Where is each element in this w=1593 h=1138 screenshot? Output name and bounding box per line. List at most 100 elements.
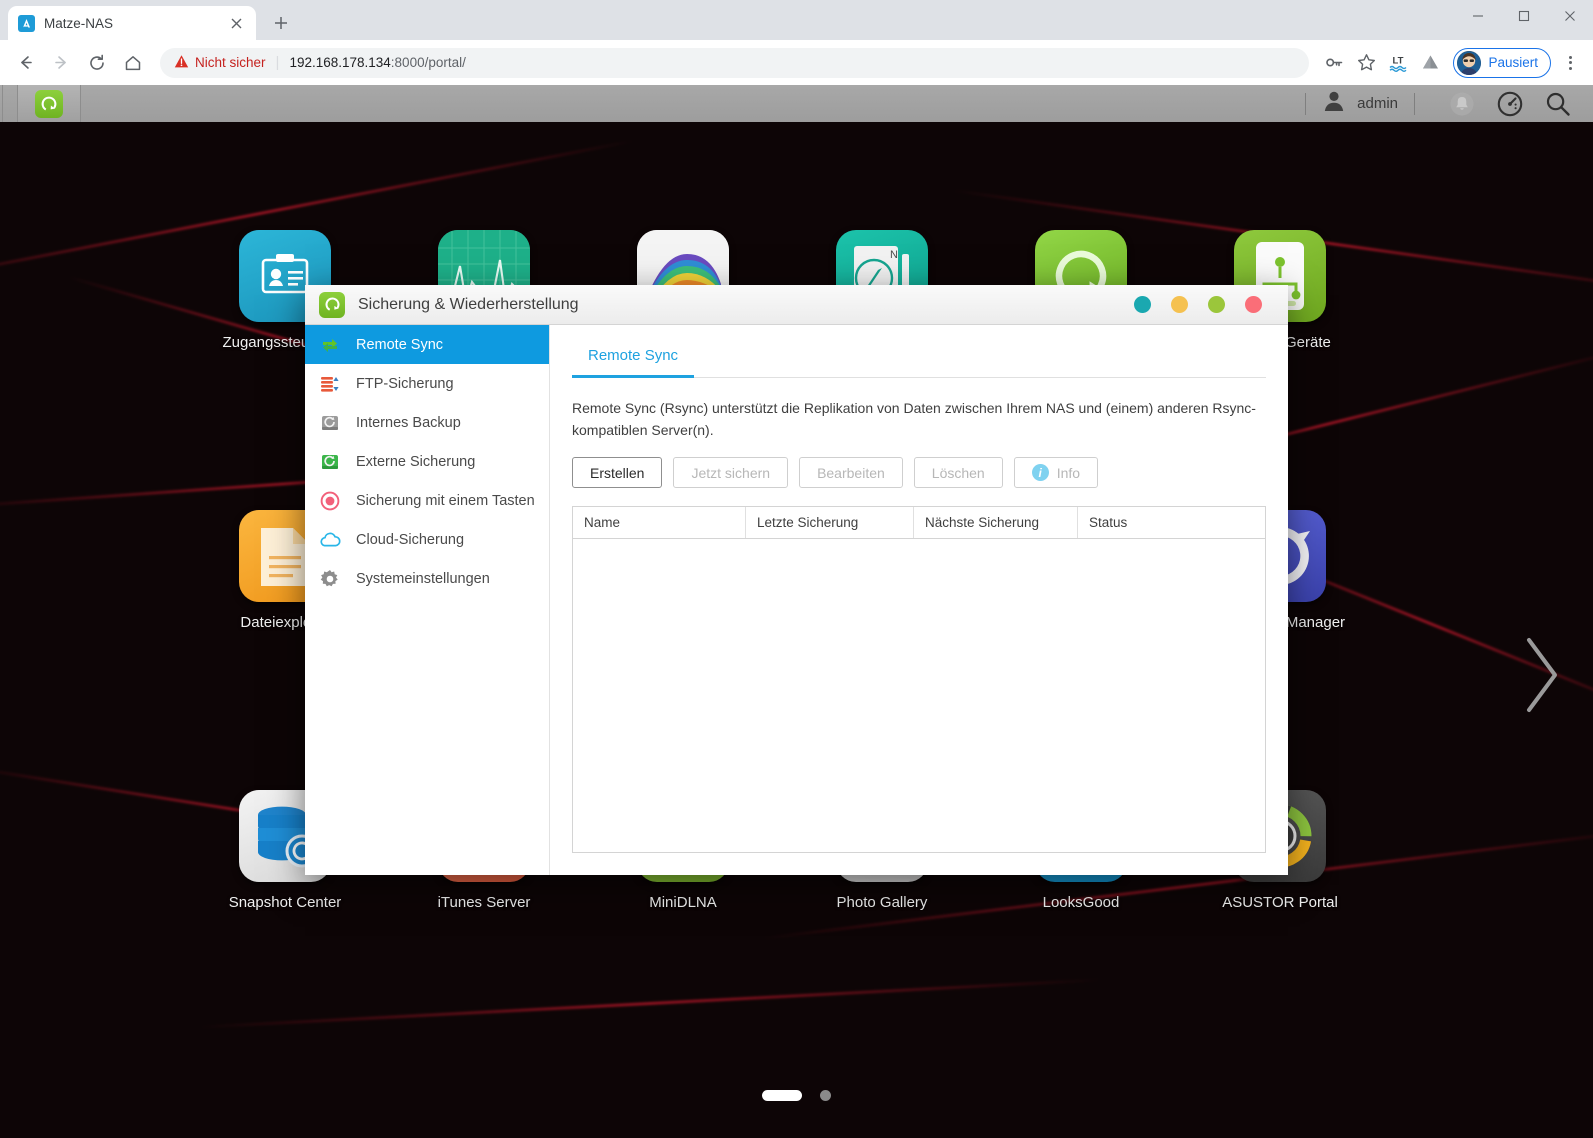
ftp-backup-icon	[319, 373, 341, 395]
one-touch-backup-icon	[319, 490, 341, 512]
system-monitor-gauge-icon[interactable]	[1493, 87, 1527, 121]
description-text: Remote Sync (Rsync) unterstützt die Repl…	[572, 400, 1256, 438]
nas-username: admin	[1357, 95, 1398, 112]
back-arrow-icon[interactable]	[8, 46, 42, 80]
action-button-row: Erstellen Jetzt sichern Bearbeiten Lösch…	[572, 457, 1266, 489]
pager-dot-1[interactable]	[762, 1090, 802, 1101]
desktop-icon-label: iTunes Server	[437, 894, 531, 911]
table-body	[573, 539, 1265, 852]
bearbeiten-button[interactable]: Bearbeiten	[799, 457, 903, 489]
sidebar-item-remote-sync[interactable]: Remote Sync	[305, 325, 549, 364]
close-icon[interactable]	[1547, 0, 1593, 32]
browser-tab[interactable]: Matze-NAS	[8, 6, 256, 40]
backup-restore-app-icon	[319, 291, 345, 318]
user-avatar	[1457, 50, 1482, 75]
sidebar-item-label: Systemeinstellungen	[356, 570, 490, 587]
maximize-icon[interactable]	[1501, 0, 1547, 32]
page-viewport: admin Zugangssteuerung N Geräte Dateiexp…	[0, 85, 1593, 1138]
security-status[interactable]: Nicht sicher	[174, 54, 266, 72]
table-column-letzte-sicherung[interactable]: Letzte Sicherung	[746, 507, 914, 539]
tab-title: Matze-NAS	[44, 15, 114, 31]
cloud-backup-icon	[319, 529, 341, 551]
password-key-icon[interactable]	[1319, 48, 1349, 78]
table-column-status[interactable]: Status	[1078, 507, 1265, 538]
nas-user-area[interactable]: admin	[1322, 89, 1398, 118]
url-host: 192.168.178.134	[289, 55, 391, 70]
security-label: Nicht sicher	[195, 55, 266, 70]
taskbar-item-backup-restore[interactable]	[18, 85, 80, 122]
sidebar-item-ftp-sicherung[interactable]: FTP-Sicherung	[305, 364, 549, 403]
window-btn-green[interactable]	[1208, 296, 1225, 313]
url-path: :8000/portal/	[390, 55, 466, 70]
dialog-main: Remote Sync Remote Sync (Rsync) unterstü…	[550, 325, 1288, 875]
desktop-icon-label: ASUSTOR Portal	[1222, 894, 1338, 911]
home-icon[interactable]	[116, 46, 150, 80]
sidebar-item-internes-backup[interactable]: Internes Backup	[305, 403, 549, 442]
forward-arrow-icon[interactable]	[44, 46, 78, 80]
svg-text:LT: LT	[1393, 55, 1404, 66]
settings-gear-icon	[319, 568, 341, 590]
tab-remote-sync[interactable]: Remote Sync	[572, 341, 695, 378]
chevron-right-icon[interactable]	[1519, 632, 1565, 723]
desktop-pager	[0, 1090, 1593, 1101]
url-text: 192.168.178.134:8000/portal/	[289, 55, 465, 70]
info-button[interactable]: i Info	[1013, 457, 1099, 489]
person-icon	[1322, 89, 1346, 118]
sidebar-item-label: Cloud-Sicherung	[356, 531, 465, 548]
backup-restore-dialog: Sicherung & Wiederherstellung Remote Syn	[305, 285, 1288, 875]
sidebar-item-cloud-sicherung[interactable]: Cloud-Sicherung	[305, 520, 549, 559]
tab-strip: Matze-NAS	[0, 0, 1455, 40]
table-column-naechste-sicherung[interactable]: Nächste Sicherung	[914, 507, 1078, 539]
reload-icon[interactable]	[80, 46, 114, 80]
divider	[2, 85, 3, 122]
notification-bell-icon[interactable]	[1445, 87, 1479, 121]
drive-extension-icon[interactable]	[1415, 48, 1445, 78]
table-header-row: Name Letzte Sicherung Nächste Sicherung …	[573, 507, 1265, 540]
loeschen-button[interactable]: Löschen	[913, 457, 1003, 489]
sidebar-item-externe-sicherung[interactable]: Externe Sicherung	[305, 442, 549, 481]
remote-sync-table: Name Letzte Sicherung Nächste Sicherung …	[572, 506, 1266, 853]
desktop-icon-label: LooksGood	[1042, 894, 1120, 911]
menu-dot	[1568, 55, 1572, 59]
minimize-icon[interactable]	[1455, 0, 1501, 32]
dialog-window-buttons	[1134, 296, 1274, 313]
table-column-name[interactable]: Name	[573, 507, 746, 539]
sidebar-item-sicherung-tastendruck[interactable]: Sicherung mit einem Tastendruck	[305, 481, 549, 520]
browser-titlebar: Matze-NAS	[0, 0, 1593, 40]
taskbar-left	[0, 85, 81, 122]
profile-label: Pausiert	[1488, 55, 1538, 70]
menu-dot	[1568, 61, 1572, 64]
address-bar[interactable]: Nicht sicher | 192.168.178.134:8000/port…	[160, 47, 1310, 78]
window-btn-yellow[interactable]	[1171, 296, 1188, 313]
divider	[80, 85, 81, 122]
info-button-label: Info	[1056, 464, 1081, 481]
desktop-icon-label: Snapshot Center	[228, 894, 342, 911]
dialog-titlebar[interactable]: Sicherung & Wiederherstellung	[305, 285, 1288, 325]
sidebar-item-label: Remote Sync	[356, 336, 444, 353]
desktop-icon-label: MiniDLNA	[649, 894, 717, 911]
external-backup-icon	[319, 451, 341, 473]
profile-chip[interactable]: Pausiert	[1453, 47, 1551, 78]
languagetool-extension-icon[interactable]: LT	[1383, 48, 1413, 78]
erstellen-button[interactable]: Erstellen	[572, 457, 663, 489]
close-icon[interactable]	[226, 13, 246, 33]
bookmark-star-icon[interactable]	[1351, 48, 1381, 78]
window-btn-close[interactable]	[1245, 296, 1262, 313]
omnibox-separator: |	[275, 54, 280, 71]
new-tab-button[interactable]	[266, 8, 296, 38]
menu-dot	[1568, 66, 1572, 70]
window-btn-teal[interactable]	[1134, 296, 1151, 313]
pager-dot-2[interactable]	[820, 1090, 831, 1101]
dialog-body: Remote Sync FTP-Sicherung Internes Backu…	[305, 325, 1288, 875]
divider	[1305, 92, 1307, 115]
remote-sync-icon	[319, 334, 341, 356]
dialog-title: Sicherung & Wiederherstellung	[358, 295, 579, 313]
search-icon[interactable]	[1541, 87, 1575, 121]
internal-backup-icon	[319, 412, 341, 434]
sidebar-item-systemeinstellungen[interactable]: Systemeinstellungen	[305, 559, 549, 598]
browser-toolbar: Nicht sicher | 192.168.178.134:8000/port…	[0, 40, 1593, 85]
jetzt-sichern-button[interactable]: Jetzt sichern	[673, 457, 789, 489]
three-dots-menu-icon[interactable]	[1555, 48, 1585, 78]
warning-triangle-icon	[174, 54, 189, 72]
sidebar-item-label: FTP-Sicherung	[356, 375, 454, 392]
